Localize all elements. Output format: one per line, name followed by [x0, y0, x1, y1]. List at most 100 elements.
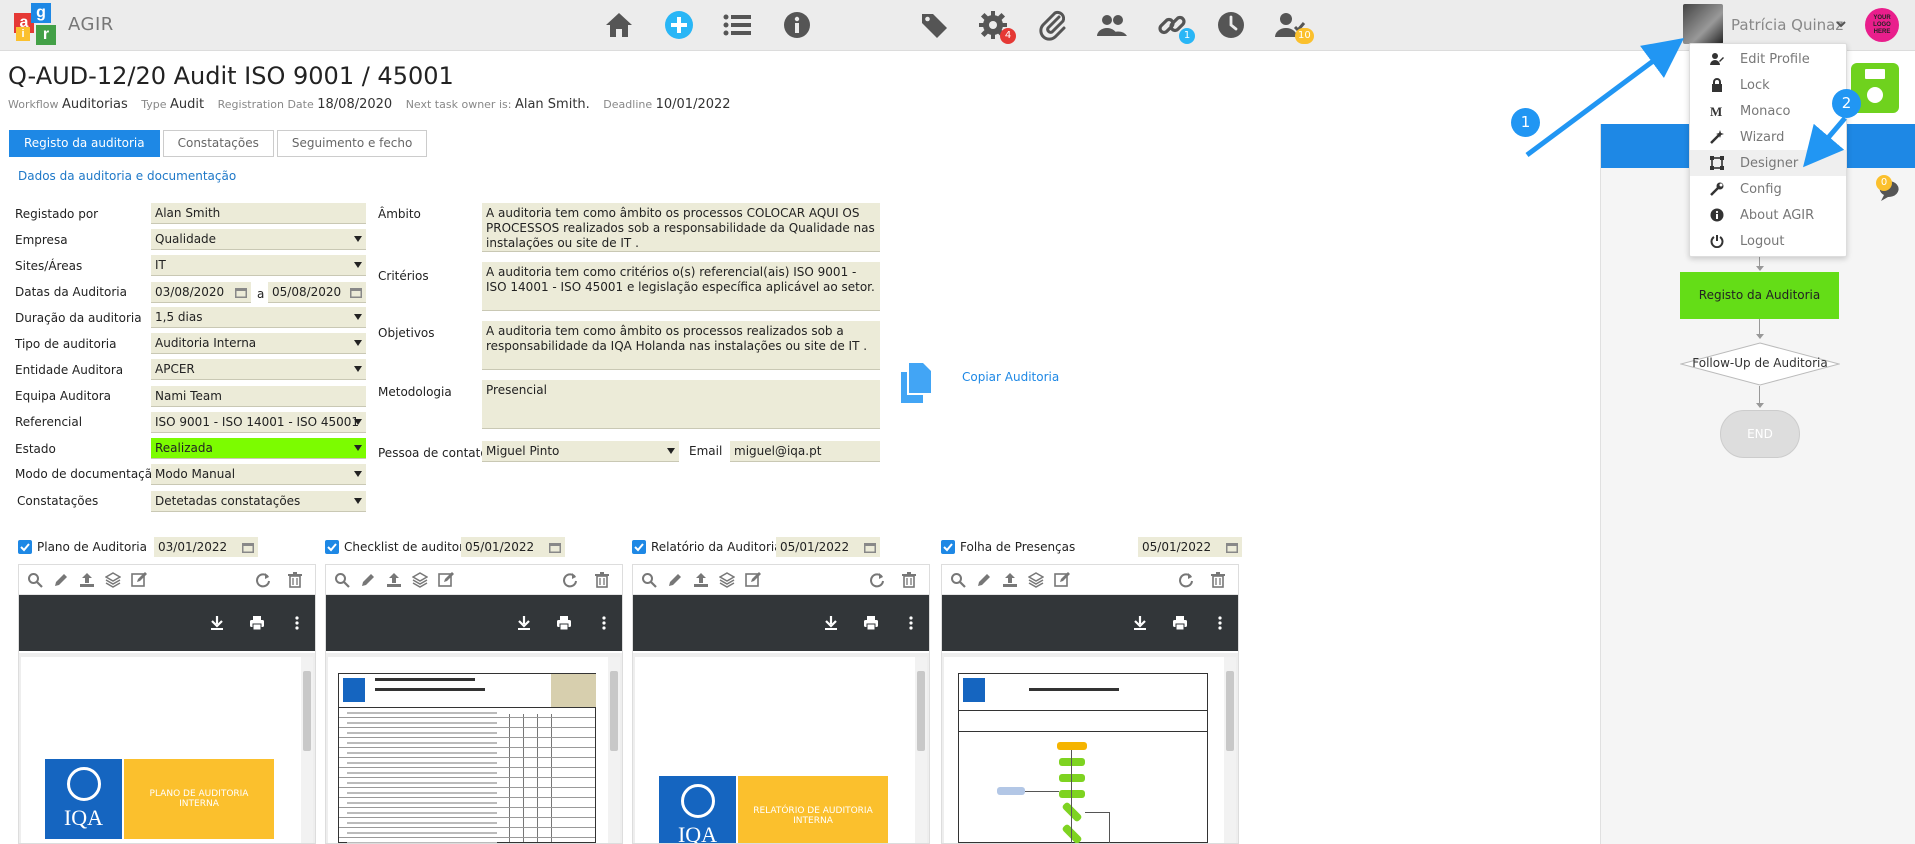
upload-icon[interactable]	[1002, 572, 1018, 588]
more-vertical-icon[interactable]	[903, 615, 919, 631]
calendar-icon[interactable]	[864, 541, 876, 553]
search-icon[interactable]	[950, 572, 966, 588]
tab-registo[interactable]: Registo da auditoria	[9, 130, 160, 157]
edit-doc-icon[interactable]	[1054, 572, 1070, 588]
scrollbar[interactable]	[1224, 657, 1236, 843]
scrollbar[interactable]	[301, 657, 313, 843]
workflow-end[interactable]: END	[1720, 410, 1800, 458]
criterios-textarea[interactable]: A auditoria tem como critérios o(s) refe…	[482, 262, 880, 311]
doc-date-checklist[interactable]: 05/01/2022	[461, 537, 565, 557]
pdf-viewer[interactable]: IQA RELATÓRIO DE AUDITORIA INTERNA	[633, 653, 929, 843]
doc-date-relatorio[interactable]: 05/01/2022	[776, 537, 880, 557]
doc-checkbox-plano[interactable]	[18, 540, 32, 554]
menu-item-config[interactable]: Config	[1690, 176, 1846, 202]
pencil-icon[interactable]	[976, 572, 992, 588]
tipo-select[interactable]: Auditoria Interna	[151, 333, 366, 354]
doc-checkbox-presencas[interactable]	[941, 540, 955, 554]
add-icon[interactable]	[662, 9, 696, 41]
upload-icon[interactable]	[386, 572, 402, 588]
calendar-icon[interactable]	[242, 541, 254, 553]
duracao-select[interactable]: 1,5 dias	[151, 307, 366, 328]
download-icon[interactable]	[209, 615, 225, 631]
copy-icon[interactable]	[899, 363, 933, 403]
download-icon[interactable]	[823, 615, 839, 631]
print-icon[interactable]	[249, 615, 265, 631]
doc-checkbox-checklist[interactable]	[325, 540, 339, 554]
sites-select[interactable]: IT	[151, 255, 366, 276]
calendar-icon[interactable]	[1226, 541, 1238, 553]
upload-icon[interactable]	[693, 572, 709, 588]
more-vertical-icon[interactable]	[289, 615, 305, 631]
search-icon[interactable]	[641, 572, 657, 588]
registado-por-field[interactable]: Alan Smith	[151, 203, 366, 224]
user-avatar[interactable]	[1683, 4, 1723, 44]
estado-select[interactable]: Realizada	[151, 438, 366, 459]
trash-icon[interactable]	[901, 572, 917, 588]
more-vertical-icon[interactable]	[1212, 615, 1228, 631]
trash-icon[interactable]	[594, 572, 610, 588]
more-vertical-icon[interactable]	[596, 615, 612, 631]
scrollbar[interactable]	[608, 657, 620, 843]
tags-icon[interactable]	[918, 9, 952, 41]
menu-item-monaco[interactable]: M Monaco	[1690, 98, 1846, 124]
constatacoes-select[interactable]: Detetadas constatações	[151, 491, 366, 512]
refresh-icon[interactable]	[255, 572, 271, 588]
layers-icon[interactable]	[412, 572, 428, 588]
equipa-field[interactable]: Nami Team	[151, 386, 366, 407]
info-icon[interactable]	[780, 9, 814, 41]
user-name[interactable]: Patrícia Quinaz	[1731, 16, 1843, 34]
menu-item-designer[interactable]: Designer	[1690, 150, 1846, 176]
tab-constatacoes[interactable]: Constatações	[162, 130, 274, 157]
download-icon[interactable]	[516, 615, 532, 631]
menu-item-wizard[interactable]: Wizard	[1690, 124, 1846, 150]
chevron-down-icon[interactable]	[1836, 19, 1846, 29]
menu-item-lock[interactable]: Lock	[1690, 72, 1846, 98]
user-check-icon[interactable]: 10	[1273, 9, 1314, 44]
ambito-textarea[interactable]: A auditoria tem como âmbito os processos…	[482, 203, 880, 252]
list-icon[interactable]	[720, 9, 754, 41]
trash-icon[interactable]	[287, 572, 303, 588]
pencil-icon[interactable]	[53, 572, 69, 588]
menu-item-edit-profile[interactable]: Edit Profile	[1690, 46, 1846, 72]
calendar-icon[interactable]	[350, 286, 362, 298]
agir-logo[interactable]: a g i r	[14, 3, 60, 47]
refresh-icon[interactable]	[869, 572, 885, 588]
upload-icon[interactable]	[79, 572, 95, 588]
search-icon[interactable]	[334, 572, 350, 588]
refresh-icon[interactable]	[562, 572, 578, 588]
download-icon[interactable]	[1132, 615, 1148, 631]
layers-icon[interactable]	[1028, 572, 1044, 588]
clock-icon[interactable]	[1214, 9, 1248, 41]
attachment-icon[interactable]	[1036, 9, 1070, 41]
scrollbar[interactable]	[915, 657, 927, 843]
edit-doc-icon[interactable]	[438, 572, 454, 588]
tab-seguimento[interactable]: Seguimento e fecho	[276, 130, 428, 157]
copy-audit-link[interactable]: Copiar Auditoria	[962, 370, 1059, 384]
pencil-icon[interactable]	[667, 572, 683, 588]
edit-doc-icon[interactable]	[745, 572, 761, 588]
menu-item-logout[interactable]: Logout	[1690, 228, 1846, 254]
scrollbar-thumb[interactable]	[1226, 671, 1234, 751]
pdf-viewer[interactable]	[326, 653, 622, 843]
date-to-field[interactable]: 05/08/2020	[268, 282, 366, 303]
section-title[interactable]: Dados da auditoria e documentação	[18, 169, 236, 183]
edit-doc-icon[interactable]	[131, 572, 147, 588]
pdf-viewer[interactable]	[942, 653, 1238, 843]
scrollbar-thumb[interactable]	[303, 671, 311, 751]
entidade-select[interactable]: APCER	[151, 359, 366, 380]
layers-icon[interactable]	[105, 572, 121, 588]
metodologia-textarea[interactable]: Presencial	[482, 380, 880, 429]
date-from-field[interactable]: 03/08/2020	[151, 282, 251, 303]
calendar-icon[interactable]	[549, 541, 561, 553]
home-icon[interactable]	[602, 9, 636, 41]
email-field[interactable]: miguel@iqa.pt	[730, 441, 880, 462]
doc-date-presencas[interactable]: 05/01/2022	[1138, 537, 1242, 557]
search-icon[interactable]	[27, 572, 43, 588]
referencial-select[interactable]: ISO 9001 - ISO 14001 - ISO 45001	[151, 412, 366, 433]
trash-icon[interactable]	[1210, 572, 1226, 588]
links-icon[interactable]: 1	[1155, 9, 1195, 44]
print-icon[interactable]	[863, 615, 879, 631]
pdf-viewer[interactable]: IQA PLANO DE AUDITORIA INTERNA	[19, 653, 315, 843]
print-icon[interactable]	[556, 615, 572, 631]
modo-select[interactable]: Modo Manual	[151, 464, 366, 485]
